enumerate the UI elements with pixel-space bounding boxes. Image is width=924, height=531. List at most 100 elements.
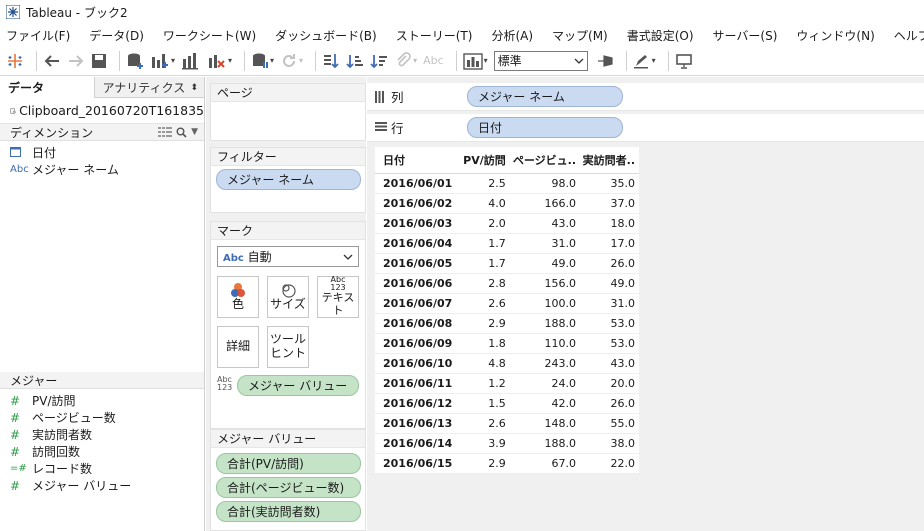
cell-unique-visitors[interactable]: 53.0 (580, 313, 639, 334)
cell-unique-visitors[interactable]: 49.0 (580, 273, 639, 294)
table-row[interactable]: 2016/06/01 2.5 98.0 35.0 (375, 173, 639, 194)
search-icon[interactable] (176, 127, 187, 138)
cell-unique-visitors[interactable]: 17.0 (580, 233, 639, 254)
cell-unique-visitors[interactable]: 37.0 (580, 193, 639, 214)
crosstab-sheet[interactable]: 日付 PV/訪問 ページビュ.. 実訪問者.. 2016/06/01 2.5 98.… (375, 147, 639, 474)
size-button[interactable]: サイズ (267, 276, 309, 318)
cell-unique-visitors[interactable]: 38.0 (580, 433, 639, 454)
color-button[interactable]: 色 (217, 276, 259, 318)
menu-window[interactable]: ウィンドウ(N) (796, 27, 874, 44)
cell-pageviews[interactable]: 42.0 (509, 393, 580, 414)
menu-file[interactable]: ファイル(F) (6, 27, 70, 44)
table-row[interactable]: 2016/06/13 2.6 148.0 55.0 (375, 413, 639, 434)
cell-date[interactable]: 2016/06/01 (375, 173, 461, 194)
menu-server[interactable]: サーバー(S) (713, 27, 778, 44)
dimension-field[interactable]: 日付 (0, 144, 204, 161)
clear-sheet-button[interactable]: ▾ (207, 49, 232, 73)
table-row[interactable]: 2016/06/12 1.5 42.0 26.0 (375, 393, 639, 414)
table-row[interactable]: 2016/06/08 2.9 188.0 53.0 (375, 313, 639, 334)
table-row[interactable]: 2016/06/03 2.0 43.0 18.0 (375, 213, 639, 234)
cell-pv-per-visit[interactable]: 2.9 (461, 313, 510, 334)
cell-pv-per-visit[interactable]: 1.2 (461, 373, 510, 394)
chevron-down-icon[interactable]: ▼ (191, 127, 198, 137)
cell-pv-per-visit[interactable]: 2.8 (461, 273, 510, 294)
table-row[interactable]: 2016/06/07 2.6 100.0 31.0 (375, 293, 639, 314)
duplicate-sheet-button[interactable] (181, 49, 201, 73)
text-button[interactable]: Abc 123 テキスト (317, 276, 359, 318)
cell-date[interactable]: 2016/06/11 (375, 373, 461, 394)
sort-descending-button[interactable] (370, 49, 388, 73)
presentation-mode-button[interactable] (675, 49, 693, 73)
cell-pv-per-visit[interactable]: 1.7 (461, 253, 510, 274)
cell-pv-per-visit[interactable]: 1.8 (461, 333, 510, 354)
cell-pv-per-visit[interactable]: 2.5 (461, 173, 510, 194)
table-row[interactable]: 2016/06/09 1.8 110.0 53.0 (375, 333, 639, 354)
header-unique-visitors[interactable]: 実訪問者.. (580, 147, 639, 174)
datasource-item[interactable]: Clipboard_20160720T161835 (0, 98, 204, 124)
cell-date[interactable]: 2016/06/09 (375, 333, 461, 354)
cell-unique-visitors[interactable]: 26.0 (580, 393, 639, 414)
cell-date[interactable]: 2016/06/06 (375, 273, 461, 294)
menu-worksheet[interactable]: ワークシート(W) (163, 27, 256, 44)
cell-unique-visitors[interactable]: 20.0 (580, 373, 639, 394)
cell-pageviews[interactable]: 243.0 (509, 353, 580, 374)
show-me-button[interactable]: ▾ (462, 49, 488, 73)
sort-ascending-button[interactable] (346, 49, 364, 73)
cell-pv-per-visit[interactable]: 4.0 (461, 193, 510, 214)
cell-pageviews[interactable]: 188.0 (509, 433, 580, 454)
cell-unique-visitors[interactable]: 43.0 (580, 353, 639, 374)
cell-date[interactable]: 2016/06/13 (375, 413, 461, 434)
cell-pageviews[interactable]: 31.0 (509, 233, 580, 254)
cell-unique-visitors[interactable]: 26.0 (580, 253, 639, 274)
cell-date[interactable]: 2016/06/15 (375, 453, 461, 474)
cell-pageviews[interactable]: 188.0 (509, 313, 580, 334)
cell-unique-visitors[interactable]: 53.0 (580, 333, 639, 354)
cell-pageviews[interactable]: 98.0 (509, 173, 580, 194)
table-row[interactable]: 2016/06/10 4.8 243.0 43.0 (375, 353, 639, 374)
dimension-field[interactable]: Abc メジャー ネーム (0, 161, 204, 178)
cell-date[interactable]: 2016/06/10 (375, 353, 461, 374)
measure-field[interactable]: # 訪問回数 (0, 443, 204, 460)
table-row[interactable]: 2016/06/11 1.2 24.0 20.0 (375, 373, 639, 394)
mark-type-dropdown[interactable]: Abc 自動 (217, 246, 359, 267)
columns-shelf[interactable]: 列 メジャー ネーム (367, 83, 924, 111)
cell-date[interactable]: 2016/06/05 (375, 253, 461, 274)
cell-date[interactable]: 2016/06/12 (375, 393, 461, 414)
cell-pageviews[interactable]: 100.0 (509, 293, 580, 314)
cell-unique-visitors[interactable]: 22.0 (580, 453, 639, 474)
table-row[interactable]: 2016/06/06 2.8 156.0 49.0 (375, 273, 639, 294)
cell-pageviews[interactable]: 24.0 (509, 373, 580, 394)
cell-unique-visitors[interactable]: 35.0 (580, 173, 639, 194)
tab-analytics[interactable]: アナリティクス ⬍ (95, 77, 204, 98)
cell-unique-visitors[interactable]: 31.0 (580, 293, 639, 314)
cell-pv-per-visit[interactable]: 1.5 (461, 393, 510, 414)
cell-pv-per-visit[interactable]: 2.6 (461, 293, 510, 314)
filter-pill[interactable]: メジャー ネーム (216, 169, 361, 190)
measure-values-pill[interactable]: 合計(PV/訪問) (216, 453, 361, 474)
cell-pv-per-visit[interactable]: 1.7 (461, 233, 510, 254)
new-datasource-button[interactable] (126, 49, 144, 73)
text-mark-pill[interactable]: メジャー バリュー (237, 375, 359, 396)
table-row[interactable]: 2016/06/02 4.0 166.0 37.0 (375, 193, 639, 214)
cell-pv-per-visit[interactable]: 4.8 (461, 353, 510, 374)
save-button[interactable] (91, 49, 107, 73)
pages-card[interactable]: ページ (210, 83, 366, 141)
menu-data[interactable]: データ(D) (89, 27, 144, 44)
table-row[interactable]: 2016/06/04 1.7 31.0 17.0 (375, 233, 639, 254)
new-worksheet-button[interactable]: ▾ (150, 49, 175, 73)
cell-pageviews[interactable]: 67.0 (509, 453, 580, 474)
cell-pageviews[interactable]: 110.0 (509, 333, 580, 354)
grid-view-icon[interactable] (158, 127, 173, 137)
pause-updates-button[interactable]: ▾ (251, 49, 274, 73)
annotate-button[interactable]: ▾ (633, 49, 656, 73)
cell-pv-per-visit[interactable]: 2.9 (461, 453, 510, 474)
header-pv-per-visit[interactable]: PV/訪問 (461, 147, 510, 174)
cell-pv-per-visit[interactable]: 2.0 (461, 213, 510, 234)
fit-dropdown[interactable]: 標準 (493, 50, 588, 71)
table-row[interactable]: 2016/06/14 3.9 188.0 38.0 (375, 433, 639, 454)
menu-analysis[interactable]: 分析(A) (491, 27, 533, 44)
cell-pv-per-visit[interactable]: 3.9 (461, 433, 510, 454)
measure-field[interactable]: # PV/訪問 (0, 392, 204, 409)
cell-pv-per-visit[interactable]: 2.6 (461, 413, 510, 434)
cell-unique-visitors[interactable]: 55.0 (580, 413, 639, 434)
